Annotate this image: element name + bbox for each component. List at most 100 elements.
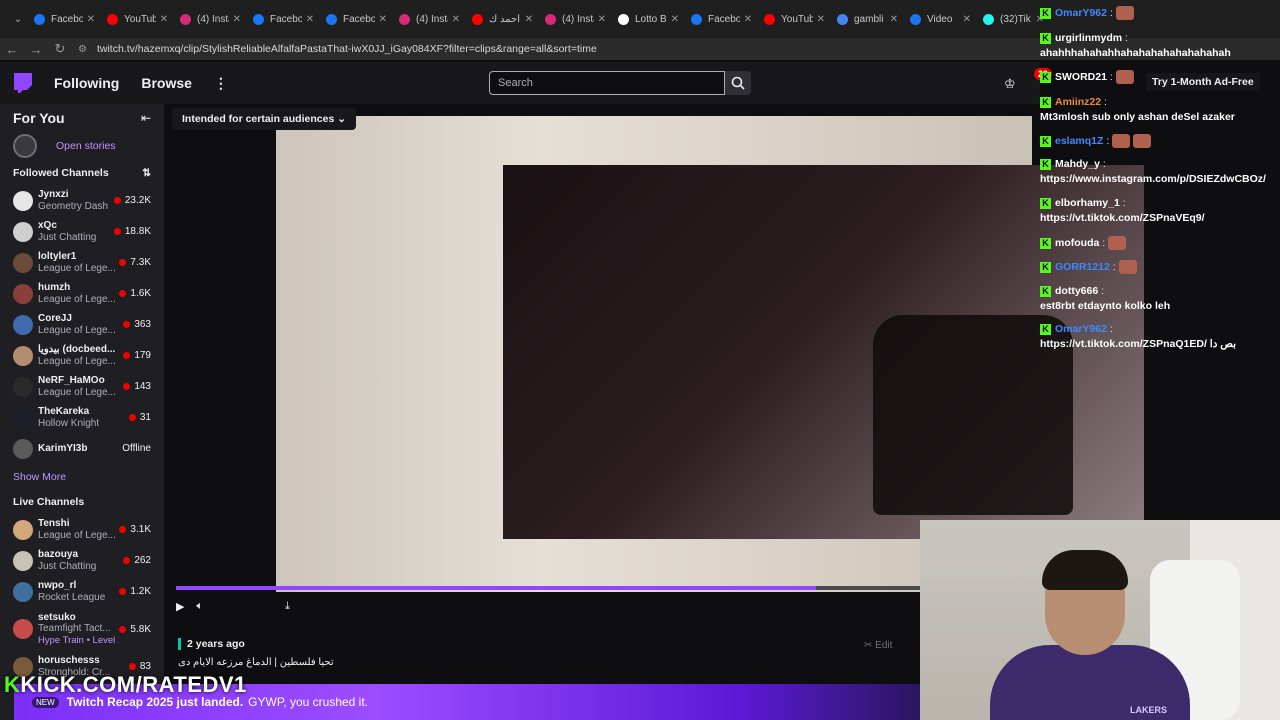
channel-game: League of Lege...: [38, 386, 116, 398]
tab-favicon-icon: [910, 13, 921, 25]
tab-favicon-icon: [253, 13, 264, 25]
channel-game: Geometry Dash: [38, 200, 109, 212]
channel-item[interactable]: Jynxzi Geometry Dash 23.2K: [0, 185, 164, 216]
browser-tab[interactable]: YouTub ✕: [101, 4, 174, 34]
tab-close-icon[interactable]: ✕: [817, 14, 825, 25]
tab-close-icon[interactable]: ✕: [963, 14, 971, 25]
show-more-link[interactable]: Show More: [0, 464, 164, 490]
tab-search-chevron-icon[interactable]: ⌄: [8, 14, 28, 25]
kick-badge-icon: K: [1040, 285, 1051, 297]
browser-tab[interactable]: YouTub ✕: [758, 4, 831, 34]
search-input[interactable]: Search: [489, 71, 725, 95]
ad-free-button[interactable]: Try 1-Month Ad-Free: [1146, 73, 1260, 91]
channel-game: League of Lege...: [38, 293, 116, 305]
chat-username[interactable]: SWORD21: [1055, 71, 1107, 83]
channel-item[interactable]: TheKareka Hollow Knight 31: [0, 402, 164, 433]
channel-item[interactable]: Tenshi League of Lege... 3.1K: [0, 514, 164, 545]
chat-colon: :: [1122, 32, 1128, 44]
chat-username[interactable]: GORR1212: [1055, 261, 1110, 273]
twitch-logo-icon[interactable]: [14, 73, 32, 93]
search-icon: [731, 76, 745, 90]
browser-tab[interactable]: Facebo ✕: [247, 4, 320, 34]
channel-item[interactable]: nwpo_rl Rocket League 1.2K: [0, 576, 164, 607]
chat-username[interactable]: dotty666: [1055, 285, 1098, 297]
live-dot-icon: [128, 414, 136, 421]
browser-tab[interactable]: gambli ✕: [831, 4, 904, 34]
channel-item[interactable]: xQc Just Chatting 18.8K: [0, 216, 164, 247]
nav-following[interactable]: Following: [54, 75, 119, 91]
tab-close-icon[interactable]: ✕: [306, 14, 314, 25]
chat-colon: :: [1106, 323, 1113, 335]
browser-tab[interactable]: أحمد ك ✕: [466, 4, 539, 34]
channel-avatar: [13, 283, 33, 304]
sort-icon[interactable]: ⇅: [142, 167, 151, 179]
forward-icon[interactable]: →: [24, 42, 48, 57]
edit-button[interactable]: ✂ Edit: [864, 640, 892, 651]
tab-close-icon[interactable]: ✕: [890, 14, 898, 25]
back-icon[interactable]: ←: [0, 42, 24, 57]
channel-item[interactable]: bazouya Just Chatting 262: [0, 545, 164, 576]
url-field[interactable]: ⚙ twitch.tv/hazemxq/clip/StylishReliable…: [78, 43, 597, 55]
download-icon[interactable]: ⤓: [285, 600, 290, 613]
collapse-sidebar-icon[interactable]: ⇤: [141, 111, 151, 125]
chat-username[interactable]: eslamq1Z: [1055, 135, 1103, 147]
chat-username[interactable]: Mahdy_y: [1055, 158, 1100, 170]
crown-icon[interactable]: ♔: [1004, 76, 1016, 92]
tab-close-icon[interactable]: ✕: [379, 14, 387, 25]
channel-item[interactable]: بيدويا (docbeed... League of Lege... 179: [0, 340, 164, 371]
tab-close-icon[interactable]: ✕: [598, 14, 606, 25]
channel-item[interactable]: loltyler1 League of Lege... 7.3K: [0, 247, 164, 278]
play-icon[interactable]: ▶: [176, 600, 184, 613]
streamer-hair: [1042, 550, 1128, 590]
browser-tab[interactable]: Facebo ✕: [685, 4, 758, 34]
site-info-icon[interactable]: ⚙: [78, 44, 87, 55]
chat-message: Kmofouda :: [1040, 236, 1280, 250]
volume-icon[interactable]: 🔈︎: [196, 600, 203, 613]
browser-tab[interactable]: (4) Insta ✕: [393, 4, 466, 34]
channel-avatar: [13, 581, 33, 602]
shirt-logo: LAKERS: [1130, 705, 1168, 715]
channel-info: humzh League of Lege...: [38, 282, 119, 305]
tab-label: أحمد ك: [489, 13, 521, 25]
channel-item[interactable]: KarimYI3b Offline: [0, 433, 164, 464]
browser-tab[interactable]: (4) Insta ✕: [174, 4, 247, 34]
chat-username[interactable]: OmarY962: [1055, 323, 1107, 335]
chat-username[interactable]: OmarY962: [1055, 7, 1107, 19]
live-dot-icon: [119, 588, 127, 595]
tab-close-icon[interactable]: ✕: [160, 14, 168, 25]
tab-label: YouTub: [124, 13, 156, 25]
search-button[interactable]: [725, 71, 751, 95]
tab-label: (4) Insta: [416, 13, 448, 25]
chat-username[interactable]: urgirlinmydm: [1055, 32, 1122, 44]
video-player[interactable]: [276, 116, 1144, 592]
audience-label: Intended for certain audiences: [182, 113, 335, 125]
nav-browse[interactable]: Browse: [141, 75, 192, 91]
browser-tab[interactable]: (4) Insta ✕: [539, 4, 612, 34]
channel-item[interactable]: NeRF_HaMOo League of Lege... 143: [0, 371, 164, 402]
chat-username[interactable]: elborhamy_1: [1055, 197, 1120, 209]
open-stories[interactable]: Open stories: [0, 131, 164, 161]
more-options-icon[interactable]: ⋮: [214, 75, 228, 92]
reload-icon[interactable]: ↻: [48, 41, 72, 57]
tab-close-icon[interactable]: ✕: [525, 14, 533, 25]
channel-item[interactable]: setsuko Teamfight Tact... Hype Train • Lev…: [0, 607, 164, 651]
channel-name: bazouya: [38, 549, 79, 560]
tab-close-icon[interactable]: ✕: [744, 14, 752, 25]
audience-warning-dropdown[interactable]: Intended for certain audiences ⌄: [172, 108, 357, 130]
browser-tab[interactable]: Video ✕: [904, 4, 977, 34]
channel-item[interactable]: humzh League of Lege... 1.6K: [0, 278, 164, 309]
tab-close-icon[interactable]: ✕: [452, 14, 460, 25]
browser-tab[interactable]: Facebo ✕: [28, 4, 101, 34]
chat-username[interactable]: mofouda: [1055, 237, 1099, 249]
tab-close-icon[interactable]: ✕: [671, 14, 679, 25]
browser-tab[interactable]: Lotto B ✕: [612, 4, 685, 34]
clip-content: Intended for certain audiences ⌄ ▶ 🔈︎ ⤓ …: [164, 104, 1144, 720]
browser-tab[interactable]: Facebo ✕: [320, 4, 393, 34]
chat-username[interactable]: Amiinz22: [1055, 96, 1101, 108]
tab-close-icon[interactable]: ✕: [87, 14, 95, 25]
tab-close-icon[interactable]: ✕: [233, 14, 241, 25]
live-dot-icon: [123, 557, 131, 564]
video-progress-bar[interactable]: [176, 586, 920, 590]
channel-item[interactable]: CoreJJ League of Lege... 363: [0, 309, 164, 340]
sidebar: For You ⇤ Open stories Followed Channels…: [0, 104, 164, 720]
